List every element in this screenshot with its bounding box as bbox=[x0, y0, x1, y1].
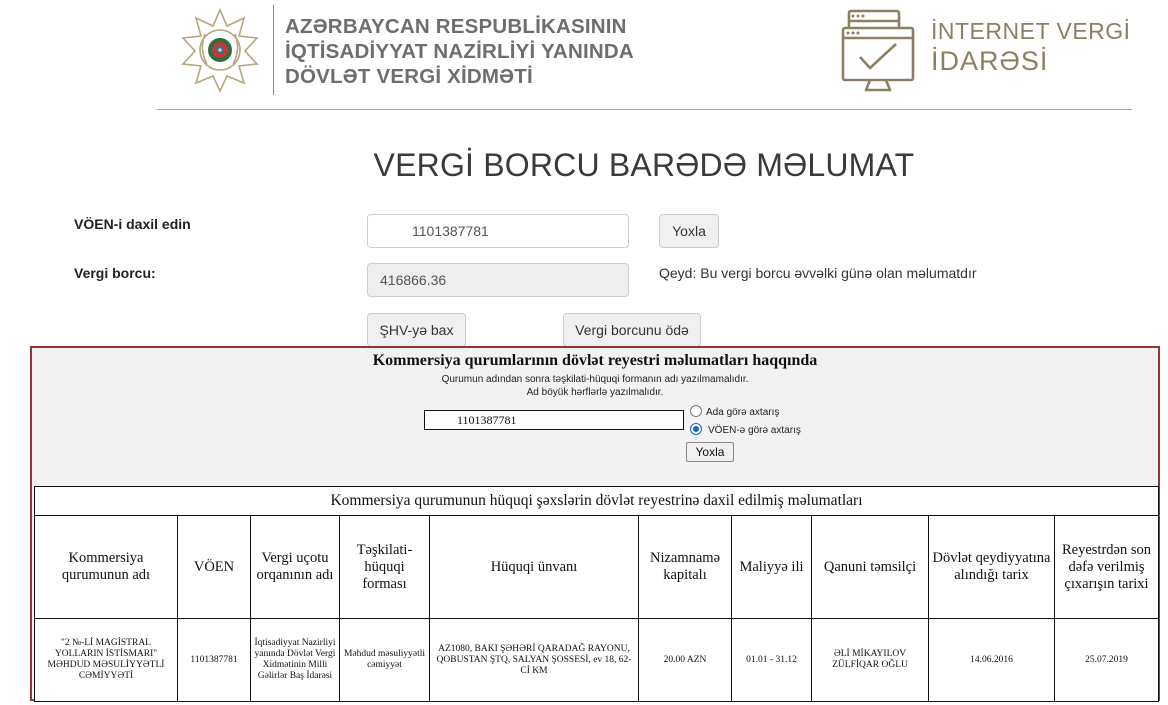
cell-voen: 1101387781 bbox=[177, 618, 251, 702]
brand-title-line-2: İDARƏSİ bbox=[931, 46, 1049, 76]
table-caption-row: Kommersiya qurumunun hüquqi şəxslərin dö… bbox=[34, 486, 1159, 516]
registry-search-input[interactable]: 1101387781 bbox=[424, 410, 684, 430]
cell-last-extract-date: 25.07.2019 bbox=[1054, 618, 1159, 702]
col-header-legal-representative: Qanuni təmsilçi bbox=[811, 515, 929, 619]
tax-debt-field: 416866.36 bbox=[367, 263, 629, 297]
cell-legal-representative: ƏLİ MİKAYILOV ZÜLFİQAR OĞLU bbox=[811, 618, 929, 702]
cell-fiscal-year: 01.01 - 31.12 bbox=[731, 618, 812, 702]
cell-tax-authority: İqtisadiyyat Nazirliyi yanında Dövlət Ve… bbox=[250, 618, 340, 702]
table-header-row: Kommersiya qurumunun adı VÖEN Vergi uçot… bbox=[34, 515, 1159, 619]
registry-note-2: Ad böyük hərflərlə yazılmalıdır. bbox=[526, 387, 664, 398]
col-header-voen: VÖEN bbox=[177, 515, 251, 619]
state-emblem-icon[interactable] bbox=[177, 6, 263, 94]
page-title: VERGİ BORCU BARƏDƏ MƏLUMAT bbox=[373, 147, 915, 183]
registry-data-table: Kommersiya qurumunun hüquqi şəxslərin dö… bbox=[34, 486, 1159, 702]
cell-charter-capital: 20.00 AZN bbox=[638, 618, 732, 702]
monitor-checkmark-icon[interactable] bbox=[840, 8, 916, 92]
registry-note-1: Qurumun adından sonra təşkilati-hüquqi f… bbox=[441, 374, 749, 385]
col-header-tax-authority: Vergi uçotu orqanının adı bbox=[250, 515, 340, 619]
table-row: "2 №-Lİ MAGİSTRAL YOLLARIN İSTİSMARI" MƏ… bbox=[34, 618, 1159, 702]
search-by-name-radio[interactable] bbox=[690, 405, 702, 417]
col-header-last-extract-date: Reyestrdən son dəfə verilmiş çıxarışın t… bbox=[1054, 515, 1159, 619]
organization-title: AZƏRBAYCAN RESPUBLİKASININ İQTİSADİYYAT … bbox=[285, 14, 634, 89]
check-voen-button[interactable]: Yoxla bbox=[659, 214, 719, 248]
search-by-name-label: Ada görə axtarış bbox=[706, 407, 780, 418]
pay-tax-debt-button[interactable]: Vergi borcunu ödə bbox=[563, 313, 701, 347]
tax-debt-label: Vergi borcu: bbox=[74, 265, 156, 281]
cell-legal-address: AZ1080, BAKI ŞƏHƏRİ QARADAĞ RAYONU, QOBU… bbox=[429, 618, 639, 702]
cell-registration-date: 14.06.2016 bbox=[928, 618, 1055, 702]
col-header-company-name: Kommersiya qurumunun adı bbox=[34, 515, 178, 619]
col-header-legal-address: Hüquqi ünvanı bbox=[429, 515, 639, 619]
search-by-voen-radio[interactable] bbox=[690, 423, 702, 435]
table-caption: Kommersiya qurumunun hüquqi şəxslərin dö… bbox=[34, 486, 1159, 516]
tax-debt-note: Qeyd: Bu vergi borcu əvvəlki günə olan m… bbox=[659, 265, 977, 281]
col-header-legal-form: Təşkilati-hüquqi forması bbox=[339, 515, 430, 619]
registry-title: Kommersiya qurumlarının dövlət reyestri … bbox=[372, 352, 818, 369]
col-header-registration-date: Dövlət qeydiyyatına alındığı tarix bbox=[928, 515, 1055, 619]
org-title-line-3: DÖVLƏT VERGİ XİDMƏTİ bbox=[285, 65, 533, 88]
registry-search-button[interactable]: Yoxla bbox=[686, 442, 734, 462]
logo-divider bbox=[273, 5, 274, 95]
voen-label: VÖEN-i daxil edin bbox=[74, 216, 191, 232]
site-header: AZƏRBAYCAN RESPUBLİKASININ İQTİSADİYYAT … bbox=[157, 0, 1132, 110]
view-shv-button[interactable]: ŞHV-yə bax bbox=[367, 313, 466, 347]
brand-title: İNTERNET VERGİ İDARƏSİ bbox=[931, 18, 1131, 77]
voen-input[interactable]: 1101387781 bbox=[367, 214, 629, 248]
brand-title-line-1: İNTERNET VERGİ bbox=[931, 18, 1131, 44]
search-by-voen-label: VÖEN-ə görə axtarış bbox=[708, 425, 801, 436]
registry-search-panel: Kommersiya qurumlarının dövlət reyestri … bbox=[30, 346, 1160, 702]
cell-legal-form: Məhdud məsuliyyətli cəmiyyət bbox=[339, 618, 430, 702]
org-title-line-1: AZƏRBAYCAN RESPUBLİKASININ bbox=[285, 15, 627, 38]
org-title-line-2: İQTİSADİYYAT NAZİRLİYİ YANINDA bbox=[285, 40, 634, 63]
col-header-charter-capital: Nizamnamə kapitalı bbox=[638, 515, 732, 619]
col-header-fiscal-year: Maliyyə ili bbox=[731, 515, 812, 619]
cell-company-name: "2 №-Lİ MAGİSTRAL YOLLARIN İSTİSMARI" MƏ… bbox=[34, 618, 178, 702]
